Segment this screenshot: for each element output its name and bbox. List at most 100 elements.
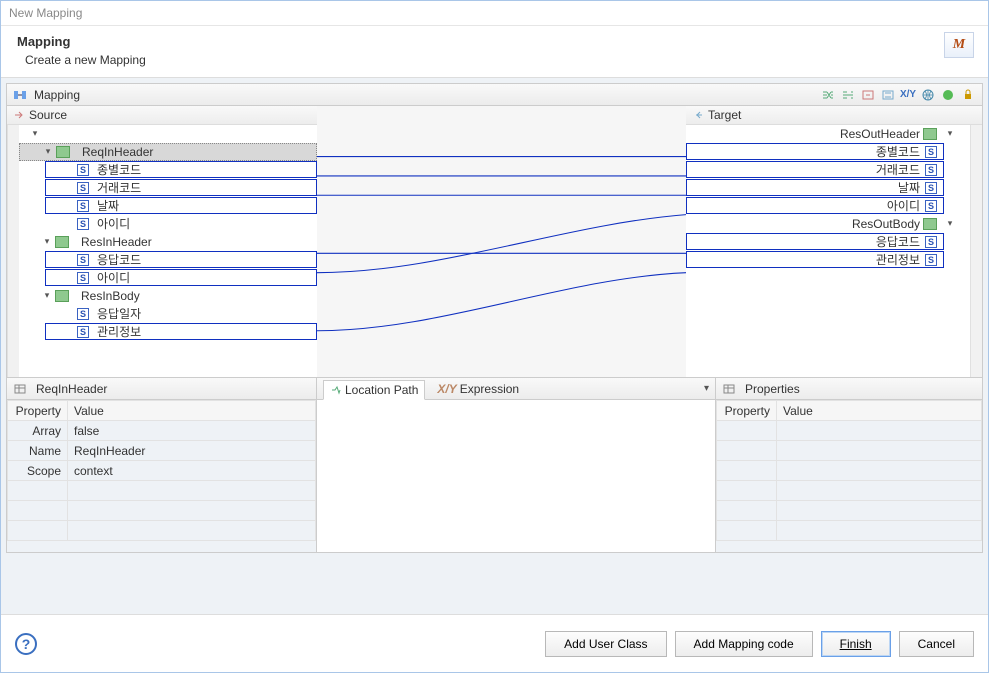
property-panel-left: ReqInHeader Property Value Arrayfalse Na… [7, 378, 317, 552]
dialog-header: Mapping Create a new Mapping M [1, 26, 988, 78]
prop-row[interactable]: Arrayfalse [8, 421, 316, 441]
source-field[interactable]: S 날짜 [19, 197, 317, 215]
dialog-footer: ? Add User Class Add Mapping code Finish… [1, 614, 988, 672]
source-group-resinbody[interactable]: ▾ ResInBody [19, 287, 317, 305]
toolbar-action3-icon[interactable] [860, 87, 876, 103]
left-property-grid[interactable]: Property Value Arrayfalse NameReqInHeade… [7, 400, 316, 552]
source-group-reqinheader[interactable]: ▾ ReqInHeader [19, 143, 317, 161]
toolbar-action1-icon[interactable] [820, 87, 836, 103]
path-icon [330, 384, 342, 396]
prop-row[interactable]: NameReqInHeader [8, 441, 316, 461]
string-field-icon: S [77, 326, 89, 338]
finish-button[interactable]: Finish [821, 631, 891, 657]
node-label: 날짜 [97, 197, 119, 214]
bottom-panels: ReqInHeader Property Value Arrayfalse Na… [6, 378, 983, 553]
help-icon[interactable]: ? [15, 633, 37, 655]
string-field-icon: S [77, 308, 89, 320]
source-group-resinheader[interactable]: ▾ ResInHeader [19, 233, 317, 251]
expand-toggle[interactable]: ▾ [29, 128, 41, 140]
expand-toggle[interactable]: ▾ [42, 146, 54, 158]
toolbar-action4-icon[interactable] [880, 87, 896, 103]
add-user-class-button[interactable]: Add User Class [545, 631, 666, 657]
node-label: 거래코드 [876, 161, 920, 178]
target-field[interactable]: 아이디 S [686, 197, 970, 215]
target-pane: Target ResOutHeader ▾ 종별코드 S [686, 106, 982, 377]
source-field[interactable]: S 응답코드 [19, 251, 317, 269]
mapping-header-icon: M [944, 32, 974, 58]
string-field-icon: S [77, 254, 89, 266]
string-field-icon: S [77, 272, 89, 284]
node-label: 응답코드 [97, 251, 141, 268]
middle-panel-body [317, 400, 715, 552]
group-icon [56, 146, 70, 158]
source-arrow-icon [13, 109, 25, 121]
source-tree[interactable]: ▾ ▾ ReqInHeader S 종별코드 [19, 125, 317, 377]
header-title: Mapping [17, 34, 972, 49]
tab-dropdown-icon[interactable]: ▾ [704, 383, 709, 394]
prop-row-empty [8, 501, 316, 521]
source-root[interactable]: ▾ [19, 125, 317, 143]
source-field[interactable]: S 거래코드 [19, 179, 317, 197]
prop-row-empty [717, 461, 982, 481]
target-field[interactable]: 응답코드 S [686, 233, 970, 251]
dialog-window: New Mapping Mapping Create a new Mapping… [0, 0, 989, 673]
target-field[interactable]: 거래코드 S [686, 161, 970, 179]
target-field[interactable]: 날짜 S [686, 179, 970, 197]
col-property: Property [717, 401, 777, 421]
header-subtitle: Create a new Mapping [17, 53, 972, 67]
string-field-icon: S [925, 200, 937, 212]
source-field[interactable]: S 아이디 [19, 215, 317, 233]
toolbar-lock-icon[interactable] [960, 87, 976, 103]
prop-row-empty [717, 481, 982, 501]
expand-toggle[interactable]: ▾ [944, 128, 956, 140]
col-property: Property [8, 401, 68, 421]
source-header: Source [7, 106, 317, 125]
target-header: Target [686, 106, 982, 125]
props-icon [13, 382, 27, 396]
props-icon [722, 382, 736, 396]
source-field[interactable]: S 관리정보 [19, 323, 317, 341]
node-label: 종별코드 [876, 143, 920, 160]
toolbar-xy-icon[interactable]: X/Y [900, 87, 916, 103]
target-group-resoutbody[interactable]: ResOutBody ▾ [686, 215, 970, 233]
mapping-toolbar: X/Y [820, 87, 976, 103]
group-icon [923, 218, 937, 230]
node-label: 관리정보 [876, 251, 920, 268]
string-field-icon: S [77, 200, 89, 212]
tab-expression[interactable]: X/Y Expression [431, 380, 525, 398]
expand-toggle[interactable]: ▾ [41, 290, 53, 302]
expand-toggle[interactable]: ▾ [944, 218, 956, 230]
toolbar-action2-icon[interactable] [840, 87, 856, 103]
right-property-grid[interactable]: Property Value [716, 400, 982, 552]
prop-row[interactable]: Scopecontext [8, 461, 316, 481]
node-label: ReqInHeader [82, 145, 153, 159]
expression-icon: X/Y [437, 382, 456, 396]
source-field[interactable]: S 아이디 [19, 269, 317, 287]
toolbar-globe-icon[interactable] [920, 87, 936, 103]
source-field[interactable]: S 응답일자 [19, 305, 317, 323]
source-title: Source [29, 108, 67, 122]
target-tree[interactable]: ResOutHeader ▾ 종별코드 S 거래코드 S [686, 125, 970, 377]
source-field[interactable]: S 종별코드 [19, 161, 317, 179]
window-title: New Mapping [9, 6, 82, 20]
node-label: 아이디 [97, 269, 130, 286]
tab-location-path[interactable]: Location Path [323, 380, 425, 400]
cancel-button[interactable]: Cancel [899, 631, 974, 657]
target-group-resoutheader[interactable]: ResOutHeader ▾ [686, 125, 970, 143]
string-field-icon: S [925, 182, 937, 194]
group-icon [923, 128, 937, 140]
target-field[interactable]: 종별코드 S [686, 143, 970, 161]
target-scrollbar[interactable] [970, 125, 982, 377]
source-scrollbar[interactable] [7, 125, 19, 377]
col-value: Value [68, 401, 316, 421]
string-field-icon: S [77, 164, 89, 176]
node-label: 응답코드 [876, 233, 920, 250]
mapping-icon [13, 88, 27, 102]
group-icon [55, 236, 69, 248]
add-mapping-code-button[interactable]: Add Mapping code [675, 631, 813, 657]
target-field[interactable]: 관리정보 S [686, 251, 970, 269]
prop-row-empty [717, 501, 982, 521]
expand-toggle[interactable]: ▾ [41, 236, 53, 248]
toolbar-ok-icon[interactable] [940, 87, 956, 103]
node-label: ResOutHeader [840, 127, 920, 141]
